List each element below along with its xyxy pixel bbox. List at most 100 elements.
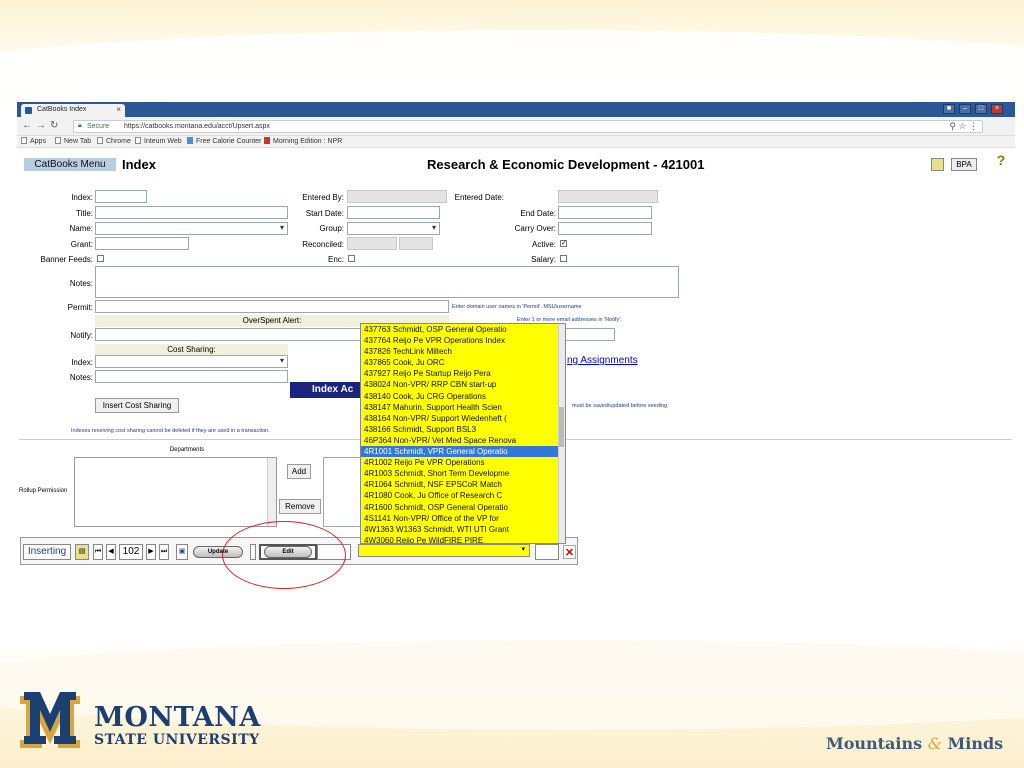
bookmark-new-tab[interactable]: New Tab [55,137,91,145]
assigned-departments-listbox[interactable] [323,457,363,527]
last-record-icon[interactable]: ⏭ [159,544,169,560]
dropdown-option[interactable]: 4R1003 Schmidt, Short Term Developme [361,468,565,479]
catbooks-favicon-icon [25,107,32,114]
dropdown-option[interactable]: 437865 Cook, Ju ORC [361,357,565,368]
insert-cost-sharing-button[interactable]: Insert Cost Sharing [95,398,179,413]
minimize-window-button[interactable]: – [959,104,971,114]
title-field[interactable] [95,206,288,219]
salary-checkbox[interactable] [560,255,567,262]
carry-over-field[interactable] [558,222,652,235]
dropdown-option[interactable]: 4W1363 W1363 Schmidt, WTI UTI Grant [361,524,565,535]
save-icon[interactable]: ▣ [176,544,188,560]
permit-field[interactable] [95,300,449,313]
delete-icon[interactable]: ✕ [563,545,576,559]
next-record-icon[interactable]: ▶ [146,544,156,560]
dropdown-option[interactable]: 438164 Non-VPR/ Support Wiedenheft ( [361,413,565,424]
calorie-favicon-icon [187,137,193,144]
dropdown-option[interactable]: 437763 Schmidt, OSP General Operatio [361,324,565,335]
first-record-icon[interactable]: ⏮ [93,544,103,560]
address-bar: ← → ↻ 🔒︎ Secure https://catbooks.montana… [17,117,1015,136]
report-icon[interactable] [931,158,944,171]
dropdown-option[interactable]: 437927 Reijo Pe Startup Reijo Pera [361,368,565,379]
start-date-field[interactable] [347,206,440,219]
dropdown-option[interactable]: 438140 Cook, Ju CRG Operations [361,391,565,402]
enc-checkbox[interactable] [348,255,355,262]
page-icon [135,137,141,144]
bookmark-npr[interactable]: Morning Edition : NPR [264,137,342,145]
url-field[interactable]: 🔒︎ Secure https://catbooks.montana.edu/a… [73,120,983,133]
dropdown-option[interactable]: 4R1600 Schmidt, OSP General Operatio [361,502,565,513]
departments-listbox[interactable] [74,457,277,527]
dropdown-option[interactable]: 438166 Schmidt, Support BSL3 [361,424,565,435]
carry-over-label: Carry Over: [514,224,556,233]
remove-department-button[interactable]: Remove [279,499,321,514]
group-select[interactable] [347,222,440,235]
dropdown-option[interactable]: 438024 Non-VPR/ RRP CBN start-up [361,379,565,390]
print-icon[interactable]: ▤ [75,544,89,560]
index-label: Index: [71,193,93,202]
help-icon[interactable]: ? [994,153,1008,172]
record-number[interactable]: 102 [119,544,143,560]
bookmark-chrome[interactable]: Chrome [97,137,131,145]
end-date-field[interactable] [558,206,652,219]
reconciled-label: Reconciled: [302,240,344,249]
dropdown-option[interactable]: 46P364 Non-VPR/ Vet Med Space Renova [361,435,565,446]
close-window-button[interactable]: × [991,104,1003,114]
status-indicator: Inserting [23,544,71,560]
dropdown-option[interactable]: 4S1141 Non-VPR/ Office of the VP for [361,513,565,524]
dropdown-option[interactable]: 438147 Mahurin, Support Health Scien [361,402,565,413]
add-department-button[interactable]: Add [287,464,311,479]
maximize-window-button[interactable]: □ [975,104,987,114]
window-extra-button[interactable]: ■ [943,104,955,114]
dropdown-option[interactable]: 4R1002 Reijo Pe VPR Operations [361,457,565,468]
bookmark-calorie-counter[interactable]: Free Calorie Counter [187,137,261,145]
active-checkbox[interactable]: ✓ [560,240,567,247]
browser-tab[interactable]: CatBooks Index × [21,104,125,117]
cs-notes-field[interactable] [95,370,288,383]
notes-textarea[interactable] [95,266,679,298]
name-select[interactable] [95,222,288,235]
group-label: Group: [319,224,344,233]
index-select[interactable] [358,544,530,557]
forward-icon[interactable]: → [36,120,46,131]
app-header: CatBooks Menu Index Research & Economic … [24,153,1009,176]
dropdown-option[interactable]: 4R1001 Schmidt, VPR General Operatio [361,446,565,458]
index-field[interactable] [95,190,147,203]
permit-hint: Enter domain user names in 'Permit'. MSU… [452,304,582,310]
reconciled-field [347,237,397,250]
tab-title: CatBooks Index [37,106,87,113]
bookmark-apps[interactable]: Apps [21,137,46,145]
annotation-circle [222,521,346,589]
dropdown-option[interactable]: 4R1080 Cook, Ju Office of Research C [361,490,565,501]
banner-feeds-label: Banner Feeds: [40,255,93,264]
bpa-button[interactable]: BPA [951,158,977,171]
bookmark-inteum-web[interactable]: Inteum Web [135,137,182,145]
entered-by-label: Entered By: [302,193,344,202]
dropdown-option[interactable]: 437764 Reijo Pe VPR Operations Index [361,335,565,346]
grant-field[interactable] [95,237,189,250]
university-name: MONTANA [94,702,261,733]
slide: CatBooks Index × ■ – □ × ← → ↻ 🔒︎ Secure… [0,0,1024,768]
index-dropdown-list[interactable]: 437763 Schmidt, OSP General Operatio 4377… [360,323,566,544]
dropdown-option[interactable]: 4W3060 Reijo Pe WildFIRE PIRE [361,535,565,543]
previous-record-icon[interactable]: ◀ [106,544,116,560]
cs-index-select[interactable] [95,355,288,368]
dropdown-scrollbar[interactable] [558,324,565,543]
assignments-link[interactable]: ng Assignments [567,355,638,366]
active-label: Active: [531,240,556,249]
back-icon[interactable]: ← [22,120,32,131]
msu-m-logo-icon [20,692,80,748]
close-tab-icon[interactable]: × [116,105,121,114]
dropdown-option[interactable]: 4R1064 Schmidt, NSF EPSCoR Match [361,479,565,490]
tagline-mountains: Mountains [826,734,923,753]
bookmarks-bar: Apps New Tab Chrome Inteum Web Free Calo… [17,136,1015,148]
banner-feeds-checkbox[interactable] [97,255,104,262]
catbooks-menu-button[interactable]: CatBooks Menu [24,158,116,171]
toolbar-field[interactable] [535,544,559,560]
reload-icon[interactable]: ↻ [50,120,58,131]
browser-titlebar: CatBooks Index × ■ – □ × [17,102,1015,117]
zoom-star-menu-icons[interactable]: ⚲ ☆ ⋮ [949,121,978,132]
dropdown-scroll-thumb[interactable] [559,407,564,447]
save-hint: must be saved/updated before seeding. [572,403,669,409]
dropdown-option[interactable]: 437826 TechLink Miltech [361,346,565,357]
